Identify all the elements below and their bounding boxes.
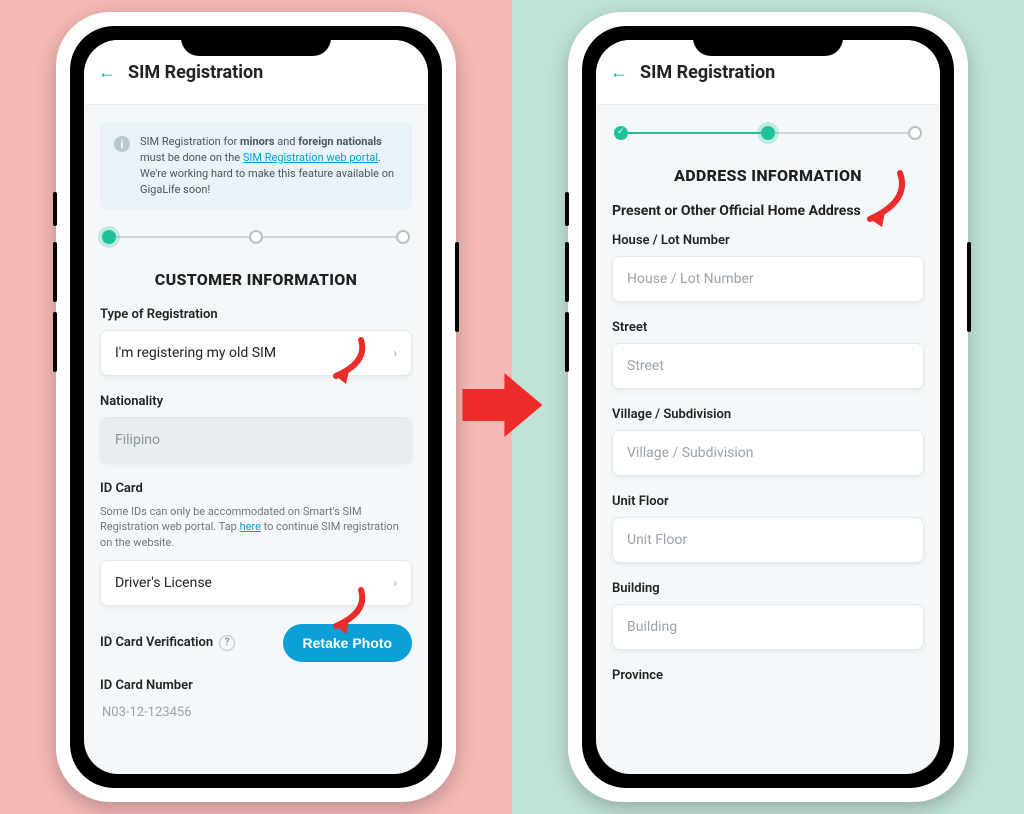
- page-title: SIM Registration: [640, 62, 775, 83]
- nationality-value: Filipino: [115, 432, 160, 448]
- page-title: SIM Registration: [128, 62, 263, 83]
- progress-stepper: [614, 126, 922, 140]
- retake-photo-button[interactable]: Retake Photo: [283, 624, 412, 662]
- back-icon[interactable]: ←: [610, 62, 628, 83]
- section-title: ADDRESS INFORMATION: [612, 166, 924, 185]
- info-icon: i: [114, 136, 130, 152]
- address-sub-heading: Present or Other Official Home Address: [612, 203, 924, 219]
- village-label: Village / Subdivision: [612, 407, 924, 422]
- id-card-label: ID Card: [100, 481, 412, 496]
- house-label: House / Lot Number: [612, 233, 924, 248]
- type-select[interactable]: I'm registering my old SIM ›: [100, 330, 412, 376]
- step-1-dot: [614, 126, 628, 140]
- portal-link[interactable]: SIM Registration web portal: [243, 151, 378, 164]
- type-value: I'm registering my old SIM: [115, 345, 276, 361]
- id-number-label: ID Card Number: [100, 678, 412, 693]
- street-input[interactable]: Street: [612, 343, 924, 389]
- village-input[interactable]: Village / Subdivision: [612, 430, 924, 476]
- id-verify-label: ID Card Verification ?: [100, 635, 235, 651]
- help-icon[interactable]: ?: [219, 635, 235, 651]
- step-3-dot: [396, 230, 410, 244]
- id-card-hint: Some IDs can only be accommodated on Sma…: [100, 504, 412, 550]
- id-number-value: N03-12-123456: [100, 701, 412, 724]
- back-icon[interactable]: ←: [98, 62, 116, 83]
- step-3-dot: [908, 126, 922, 140]
- type-label: Type of Registration: [100, 307, 412, 322]
- info-text: SIM Registration for minors and foreign …: [140, 134, 398, 198]
- phone-notch: [693, 26, 843, 56]
- building-label: Building: [612, 581, 924, 596]
- nationality-label: Nationality: [100, 394, 412, 409]
- province-label: Province: [612, 668, 924, 683]
- unit-input[interactable]: Unit Floor: [612, 517, 924, 563]
- street-label: Street: [612, 320, 924, 335]
- nationality-field: Filipino: [100, 417, 412, 463]
- step-2-dot: [249, 230, 263, 244]
- building-input[interactable]: Building: [612, 604, 924, 650]
- house-input[interactable]: House / Lot Number: [612, 256, 924, 302]
- section-title: CUSTOMER INFORMATION: [100, 270, 412, 289]
- step-2-dot: [761, 126, 775, 140]
- progress-stepper: [102, 230, 410, 244]
- id-card-hint-link[interactable]: here: [240, 520, 261, 533]
- step-1-dot: [102, 230, 116, 244]
- info-banner: i SIM Registration for minors and foreig…: [100, 122, 412, 210]
- chevron-right-icon: ›: [393, 576, 397, 590]
- phone-notch: [181, 26, 331, 56]
- unit-label: Unit Floor: [612, 494, 924, 509]
- phone-frame-left: ← SIM Registration i SIM Registration fo…: [56, 12, 456, 802]
- chevron-right-icon: ›: [393, 346, 397, 360]
- id-card-select[interactable]: Driver's License ›: [100, 560, 412, 606]
- phone-frame-right: ← SIM Registration ADDRESS INFORMATION P…: [568, 12, 968, 802]
- id-card-value: Driver's License: [115, 575, 212, 591]
- next-step-arrow-icon: [454, 365, 550, 449]
